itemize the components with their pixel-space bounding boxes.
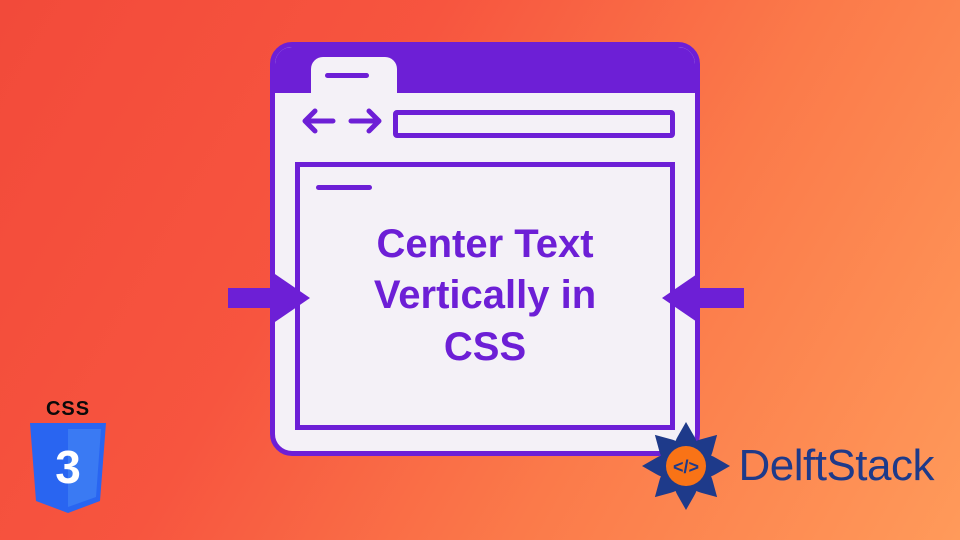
browser-tab	[311, 57, 397, 93]
browser-window-illustration: Center Text Vertically in CSS	[270, 42, 700, 456]
css3-shield-icon: 3	[26, 423, 110, 515]
forward-arrow-icon	[347, 107, 383, 140]
back-arrow-icon	[301, 107, 337, 140]
css3-badge: CSS 3	[22, 398, 114, 520]
browser-toolbar	[275, 93, 695, 156]
window-titlebar	[275, 47, 695, 93]
corner-accent	[316, 185, 372, 190]
arrow-right-solid-icon	[228, 268, 312, 333]
svg-text:</>: </>	[673, 457, 699, 477]
url-bar	[393, 110, 675, 138]
arrow-left-solid-icon	[660, 268, 744, 333]
css3-label: CSS	[22, 398, 114, 421]
css3-number: 3	[55, 441, 81, 493]
delftstack-name: DelftStack	[738, 441, 934, 491]
main-heading: Center Text Vertically in CSS	[345, 219, 625, 373]
delftstack-brand: </> DelftStack	[640, 420, 934, 512]
content-frame: Center Text Vertically in CSS	[295, 162, 675, 430]
delftstack-logo-icon: </>	[640, 420, 732, 512]
